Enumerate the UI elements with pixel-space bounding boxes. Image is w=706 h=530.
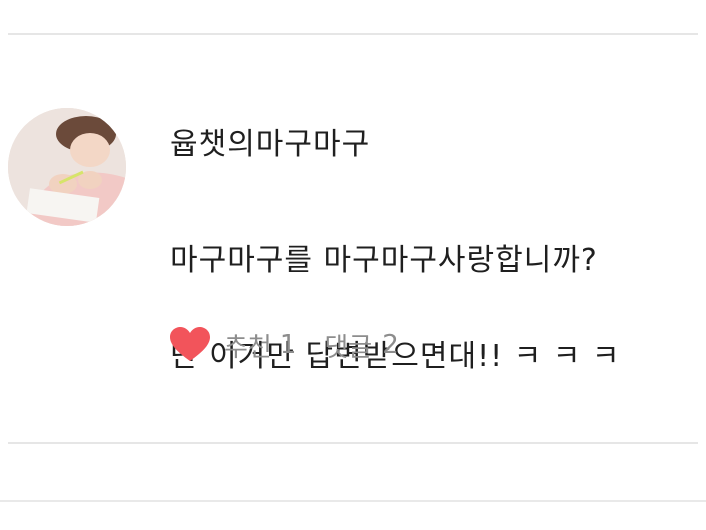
like-count: 1 (279, 330, 297, 360)
heart-icon[interactable] (170, 327, 210, 363)
bottom-divider (8, 442, 698, 444)
avatar[interactable] (8, 108, 126, 226)
comment-actions: 추천 1 댓글 2 (170, 325, 399, 365)
comment-card: 윱챗의마구마구 마구마구를 마구마구사랑합니까? 난 이거만 답변받으면대!! … (0, 35, 706, 440)
comment-body: 마구마구를 마구마구사랑합니까? 난 이거만 답변받으면대!! ㅋ ㅋ ㅋ (170, 189, 690, 429)
avatar-photo (8, 108, 126, 226)
comment-author[interactable]: 윱챗의마구마구 (170, 119, 370, 163)
comment-body-line-1: 마구마구를 마구마구사랑합니까? (170, 243, 598, 278)
footer-divider (0, 500, 706, 502)
reply-label[interactable]: 댓글 (324, 327, 372, 364)
like-label[interactable]: 추천 (224, 327, 272, 364)
reply-count: 2 (382, 330, 399, 360)
